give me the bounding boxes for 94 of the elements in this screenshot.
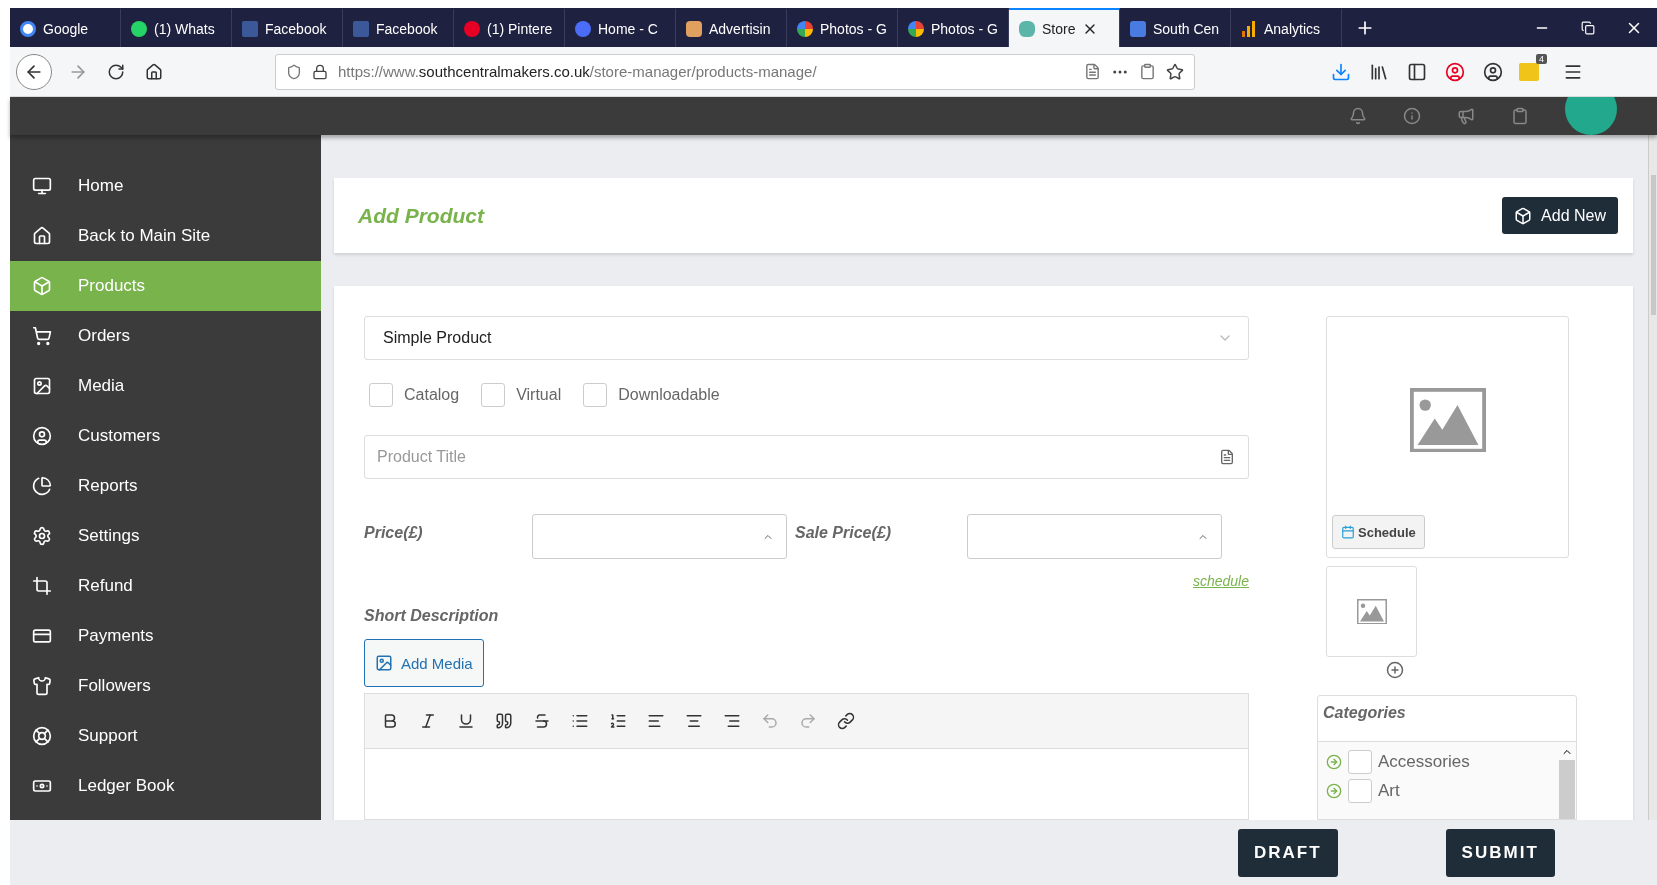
add-media-button[interactable]: Add Media [364, 639, 484, 687]
checkbox[interactable] [1348, 750, 1372, 774]
submit-button[interactable]: SUBMIT [1445, 828, 1555, 877]
add-icon[interactable] [1386, 661, 1404, 679]
category-label: Accessories [1378, 752, 1470, 772]
home-icon[interactable] [145, 62, 163, 81]
megaphone-icon[interactable] [1457, 107, 1475, 125]
scrollbar-thumb[interactable] [1559, 760, 1575, 819]
pinwheel-icon [908, 20, 924, 37]
short-description-label: Short Description [364, 607, 500, 625]
settings-icon [32, 526, 52, 546]
sidebar-item[interactable]: Home [10, 161, 321, 211]
card-icon [32, 626, 52, 646]
document-icon [1219, 449, 1235, 465]
sale-price-field[interactable] [967, 514, 1222, 559]
quote-icon[interactable] [495, 712, 513, 730]
sidebar-item[interactable]: Reports [10, 461, 321, 511]
expand-icon[interactable] [1326, 754, 1342, 770]
shirt-icon [32, 676, 52, 696]
link-icon[interactable] [837, 712, 855, 730]
account-icon[interactable] [1483, 61, 1503, 82]
user-icon [32, 426, 52, 446]
url-text: https://www.southcentralmakers.co.uk/store-manager/products-manage/ [338, 63, 818, 80]
cart-icon [32, 326, 52, 346]
crop-icon [32, 576, 52, 596]
reload-icon[interactable] [107, 62, 125, 81]
checkbox[interactable] [369, 383, 393, 407]
lock-icon [312, 63, 328, 80]
product-type-select[interactable]: Simple Product [364, 316, 1249, 360]
calendar-icon [1341, 525, 1355, 539]
checkbox[interactable] [481, 383, 506, 407]
sidebar-item[interactable]: Followers [10, 661, 321, 711]
sidebar-item[interactable]: Ledger Book [10, 761, 321, 811]
bell-icon[interactable] [1349, 107, 1367, 125]
circle-icon [575, 20, 591, 37]
sidebar-item[interactable]: Settings [10, 511, 321, 561]
page-title: Add Product [358, 203, 484, 228]
avatar[interactable] [1565, 97, 1617, 135]
shield-icon[interactable] [286, 63, 302, 80]
category-label: Art [1378, 781, 1400, 801]
back-button[interactable] [16, 53, 52, 90]
info-icon[interactable] [1403, 107, 1421, 125]
count-badge: 4 [1536, 53, 1547, 64]
checkbox[interactable] [583, 383, 608, 407]
price-label: Price(£) [364, 524, 424, 542]
pinwheel-icon [797, 20, 813, 37]
gallery-upload-box[interactable] [1326, 566, 1417, 657]
underline-icon[interactable] [457, 712, 475, 730]
checkbox[interactable] [1348, 779, 1372, 803]
image-icon [32, 376, 52, 396]
sidebar-item[interactable]: Payments [10, 611, 321, 661]
image-placeholder-icon [1356, 598, 1387, 625]
expand-icon[interactable] [1326, 783, 1342, 799]
bar-chart-icon [1241, 20, 1257, 37]
strikethrough-icon[interactable] [533, 712, 551, 730]
address-field[interactable]: https://www.southcentralmakers.co.uk/store-manager/products-manage/ [275, 53, 1195, 90]
box-icon [1514, 206, 1533, 225]
reader-icon[interactable] [1084, 63, 1101, 80]
checkbox-label: Downloadable [618, 386, 720, 404]
image-placeholder-icon [1409, 387, 1486, 453]
image-upload-box[interactable]: Schedule [1326, 316, 1569, 558]
sidebar-item[interactable]: Orders [10, 311, 321, 361]
align-left-icon[interactable] [647, 712, 665, 730]
box-icon [32, 276, 52, 296]
sidebar-item[interactable]: Back to Main Site [10, 211, 321, 261]
monitor-icon [32, 176, 52, 196]
sidebar-item[interactable]: Customers [10, 411, 321, 461]
align-center-icon[interactable] [685, 712, 703, 730]
schedule-button[interactable]: Schedule [1332, 515, 1425, 549]
sale-price-label: Sale Price(£) [795, 524, 893, 542]
clipboard-icon[interactable] [1511, 107, 1529, 125]
numbered-list-icon[interactable] [609, 712, 627, 730]
home-icon [32, 226, 52, 246]
price-field[interactable] [532, 514, 787, 559]
italic-icon[interactable] [419, 712, 437, 730]
sidebar-item[interactable]: Refund [10, 561, 321, 611]
page-scrollbar[interactable] [1648, 135, 1657, 820]
product-title-field[interactable]: Product Title [364, 435, 1249, 479]
add-new-button[interactable]: Add New [1502, 197, 1618, 234]
browser-tab[interactable]: Store [1009, 8, 1120, 47]
draft-button[interactable]: DRAFT [1238, 828, 1338, 877]
restore-icon[interactable] [1581, 20, 1595, 35]
bullet-list-icon[interactable] [571, 712, 589, 730]
align-right-icon[interactable] [723, 712, 741, 730]
sidebar-item[interactable]: Media [10, 361, 321, 411]
sidebar-icon[interactable] [1407, 61, 1427, 82]
download-icon[interactable] [1331, 61, 1351, 82]
media-icon [375, 654, 393, 672]
sidebar-item[interactable]: Support [10, 711, 321, 761]
pie-chart-icon [32, 476, 52, 496]
checkbox-label: Catalog [404, 386, 460, 404]
checkbox-label: Virtual [516, 386, 562, 404]
star-icon[interactable] [1166, 62, 1184, 81]
lifebuoy-icon [32, 726, 52, 746]
